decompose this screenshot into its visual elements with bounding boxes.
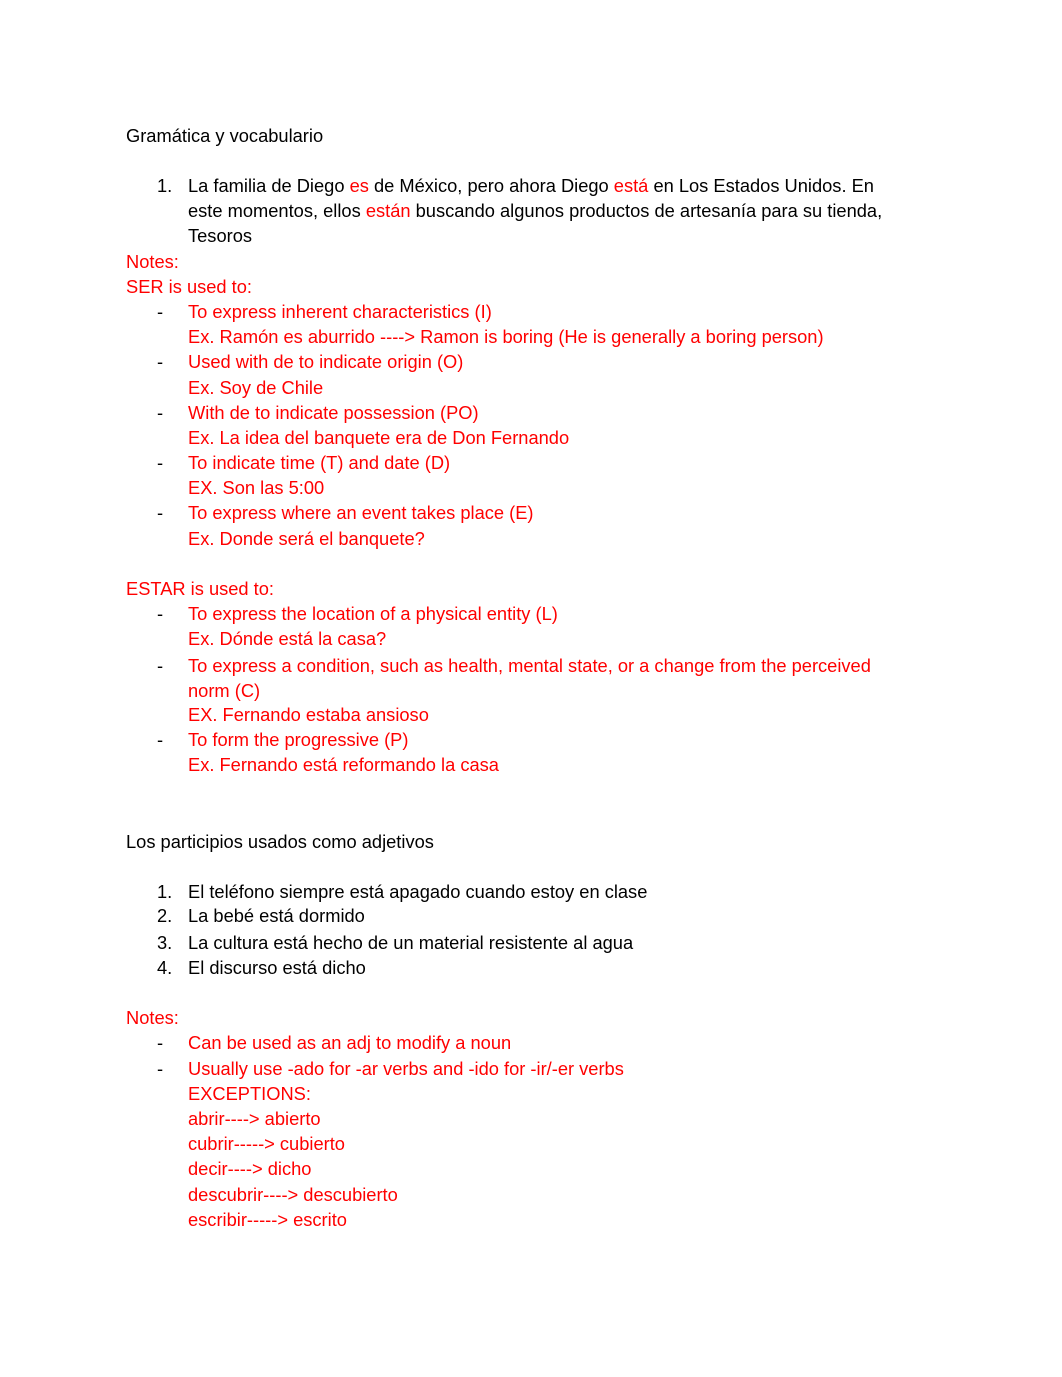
text-segment: La familia de Diego bbox=[188, 175, 350, 196]
note-item: Can be used as an adj to modify a noun bbox=[188, 1032, 512, 1053]
text-segment: en Los Estados Unidos. En bbox=[648, 175, 874, 196]
bullet-dash: - bbox=[157, 502, 164, 523]
ser-rule: To indicate time (T) and date (D) bbox=[188, 452, 451, 473]
bullet-dash: - bbox=[157, 402, 164, 423]
bullet-dash: - bbox=[157, 1058, 164, 1079]
exception-item: descubrir----> descubierto bbox=[188, 1184, 398, 1205]
list-item-continuation: este momentos, ellos están buscando algu… bbox=[188, 198, 882, 223]
list-item: La cultura está hecho de un material res… bbox=[188, 932, 634, 953]
estar-rule: To express a condition, such as health, … bbox=[188, 655, 871, 676]
text-segment: de México, pero ahora Diego bbox=[368, 175, 614, 196]
bullet-dash: - bbox=[157, 1032, 164, 1053]
ser-example: Ex. Donde será el banquete? bbox=[188, 528, 425, 549]
highlighted-verb: están bbox=[365, 200, 411, 221]
ser-rule: Used with de to indicate origin (O) bbox=[188, 351, 464, 372]
estar-example: EX. Fernando estaba ansioso bbox=[188, 704, 429, 725]
list-item: El teléfono siempre está apagado cuando … bbox=[188, 881, 648, 902]
estar-example: Ex. Dónde está la casa? bbox=[188, 628, 387, 649]
ser-rule: To express where an event takes place (E… bbox=[188, 502, 534, 523]
list-item: La bebé está dormido bbox=[188, 905, 365, 926]
bullet-dash: - bbox=[157, 729, 164, 750]
list-item: La familia de Diego es de México, pero a… bbox=[188, 173, 874, 198]
list-number: 2. bbox=[157, 905, 173, 926]
notes-label: Notes: bbox=[126, 1007, 179, 1028]
estar-rule: To express the location of a physical en… bbox=[188, 603, 558, 624]
bullet-dash: - bbox=[157, 655, 164, 676]
list-item: El discurso está dicho bbox=[188, 957, 366, 978]
list-number: 4. bbox=[157, 957, 173, 978]
estar-example: Ex. Fernando está reformando la casa bbox=[188, 754, 499, 775]
exception-item: cubrir-----> cubierto bbox=[188, 1133, 345, 1154]
ser-rule: To express inherent characteristics (I) bbox=[188, 301, 492, 322]
notes-label: Notes: bbox=[126, 251, 179, 272]
ser-example: Ex. Soy de Chile bbox=[188, 377, 324, 398]
exception-item: escribir-----> escrito bbox=[188, 1209, 347, 1230]
ser-example: EX. Son las 5:00 bbox=[188, 477, 325, 498]
estar-heading: ESTAR is used to: bbox=[126, 578, 274, 599]
list-number: 3. bbox=[157, 932, 173, 953]
exception-item: abrir----> abierto bbox=[188, 1108, 321, 1129]
bullet-dash: - bbox=[157, 351, 164, 372]
ser-rule: With de to indicate possession (PO) bbox=[188, 402, 479, 423]
ser-heading: SER is used to: bbox=[126, 276, 252, 297]
list-number: 1. bbox=[157, 175, 173, 196]
section-title: Gramática y vocabulario bbox=[126, 125, 324, 146]
section-title: Los participios usados como adjetivos bbox=[126, 831, 434, 852]
list-number: 1. bbox=[157, 881, 173, 902]
list-item-continuation: Tesoros bbox=[188, 225, 253, 246]
exception-item: decir----> dicho bbox=[188, 1158, 312, 1179]
bullet-dash: - bbox=[157, 452, 164, 473]
ser-example: Ex. La idea del banquete era de Don Fern… bbox=[188, 427, 570, 448]
estar-rule: To form the progressive (P) bbox=[188, 729, 409, 750]
estar-rule-continuation: norm (C) bbox=[188, 680, 261, 701]
highlighted-verb: es bbox=[349, 175, 369, 196]
bullet-dash: - bbox=[157, 301, 164, 322]
text-segment: buscando algunos productos de artesanía … bbox=[410, 200, 883, 221]
ser-example: Ex. Ramón es aburrido ----> Ramon is bor… bbox=[188, 326, 824, 347]
note-item: Usually use -ado for -ar verbs and -ido … bbox=[188, 1058, 624, 1079]
bullet-dash: - bbox=[157, 603, 164, 624]
highlighted-verb: está bbox=[613, 175, 649, 196]
exceptions-label: EXCEPTIONS: bbox=[188, 1083, 311, 1104]
text-segment: este momentos, ellos bbox=[188, 200, 366, 221]
